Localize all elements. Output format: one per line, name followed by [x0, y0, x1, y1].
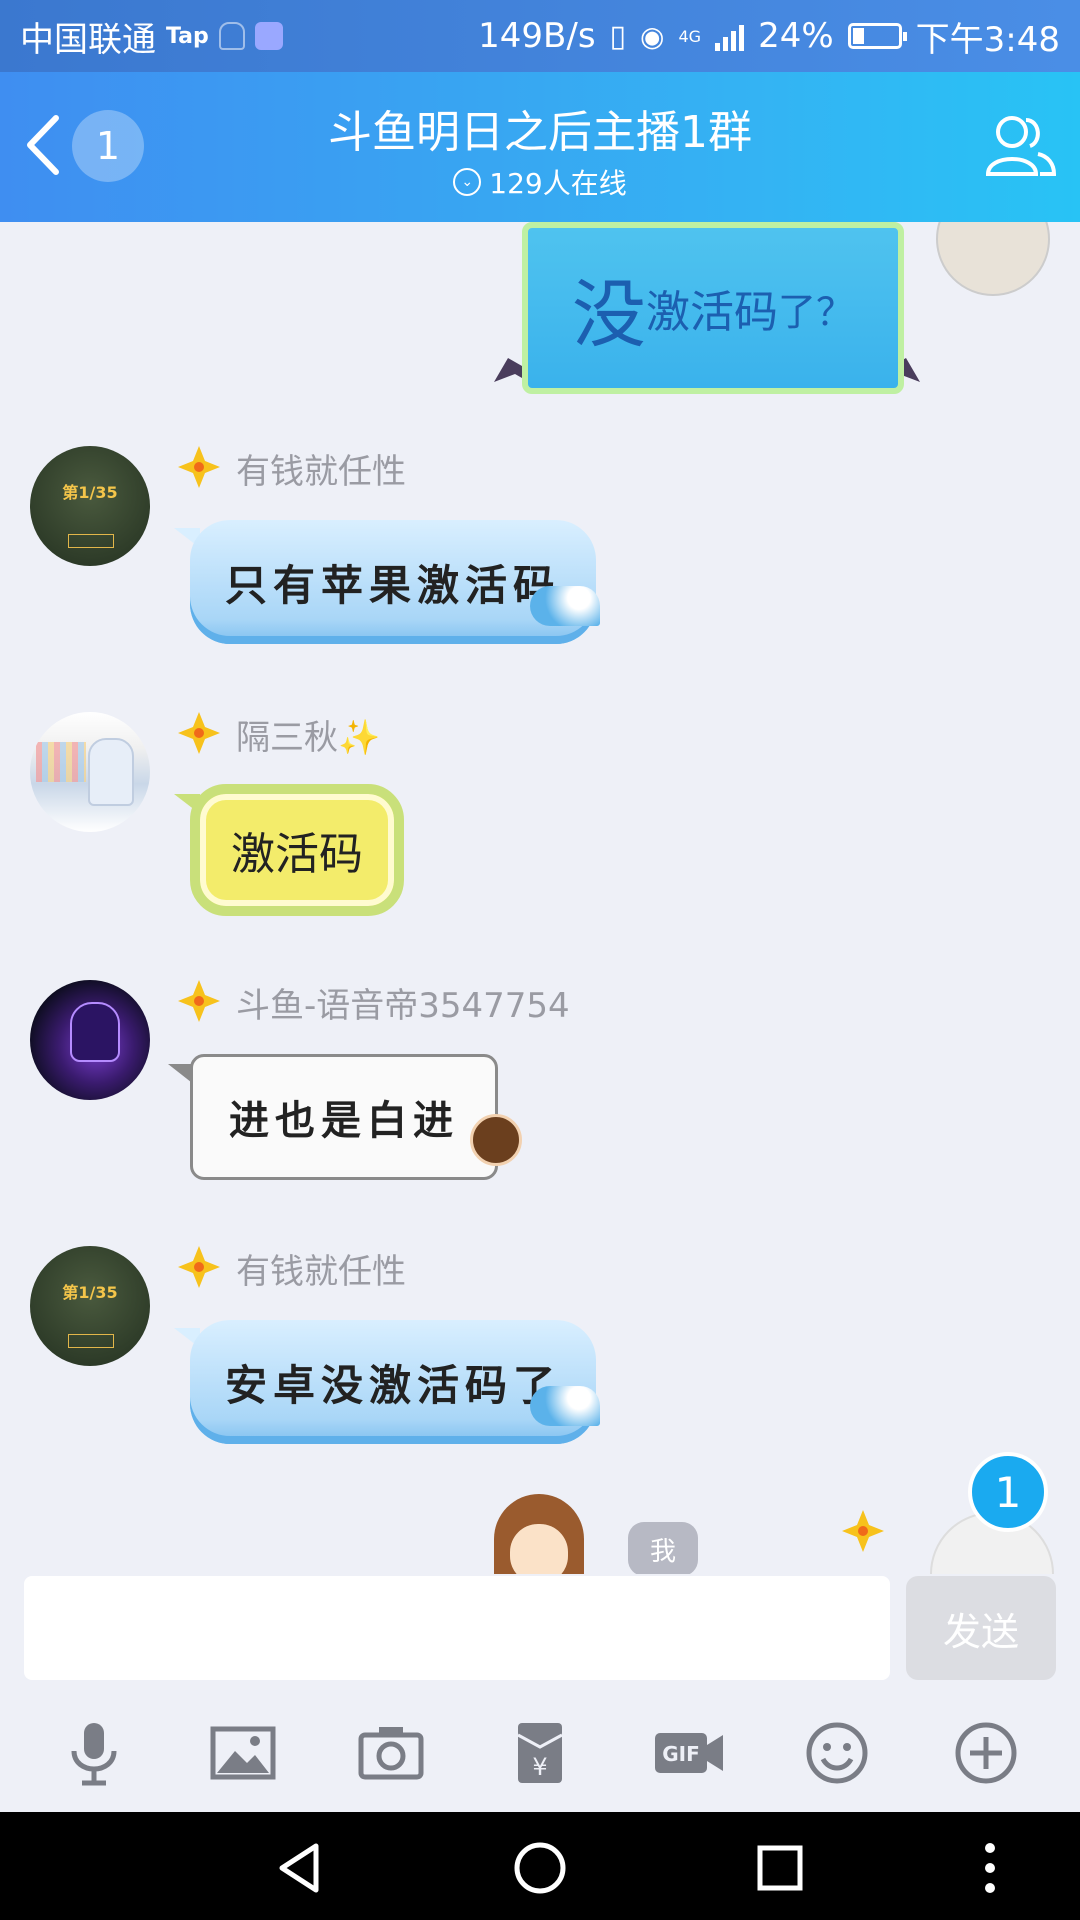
- own-avatar[interactable]: [936, 222, 1050, 296]
- sticker-face-decoration: [470, 1114, 522, 1166]
- nav-recents-icon[interactable]: [750, 1838, 810, 1898]
- online-count[interactable]: ⌄ 129人在线: [0, 162, 1080, 202]
- eye-icon: ◉: [640, 19, 665, 53]
- nav-home-icon[interactable]: [510, 1838, 570, 1898]
- emoji-button[interactable]: [797, 1713, 877, 1793]
- sender-name[interactable]: 有钱就任性: [236, 1244, 406, 1293]
- svg-text:GIF: GIF: [662, 1742, 700, 1766]
- plus-icon: [955, 1722, 1017, 1784]
- image-icon: [210, 1726, 276, 1780]
- avatar[interactable]: 第1/35: [30, 1246, 150, 1366]
- camera-button[interactable]: [351, 1713, 431, 1793]
- camera-icon: [358, 1727, 424, 1780]
- message-bubble[interactable]: 进也是白进: [190, 1054, 498, 1180]
- battery-percent: 24%: [758, 16, 834, 56]
- tap-label: Tap: [166, 23, 209, 49]
- red-packet-icon: ¥: [517, 1723, 563, 1783]
- cartoon-girl-sticker: [494, 1494, 584, 1574]
- gif-icon: GIF: [654, 1733, 723, 1773]
- sender-name[interactable]: 斗鱼-语音帝3547754: [236, 978, 570, 1027]
- emoji-icon: [806, 1722, 868, 1784]
- gif-button[interactable]: GIF: [649, 1713, 729, 1793]
- clock: 下午3:48: [915, 19, 1060, 60]
- avatar[interactable]: 第1/35: [30, 446, 150, 566]
- wave-decoration: [530, 1386, 600, 1426]
- carrier-label: 中国联通: [20, 19, 156, 60]
- own-message-bubble[interactable]: 没 激活码 了？: [522, 222, 904, 394]
- nav-menu-icon[interactable]: [960, 1838, 1020, 1898]
- svg-text:¥: ¥: [532, 1753, 547, 1781]
- chat-header: 1 斗鱼明日之后主播1群 ⌄ 129人在线: [0, 72, 1080, 222]
- new-message-badge[interactable]: 1: [968, 1452, 1048, 1532]
- microphone-button[interactable]: [54, 1713, 134, 1793]
- battery-icon: [847, 23, 907, 49]
- group-title: 斗鱼明日之后主播1群: [328, 107, 752, 158]
- app-notification-icon: [254, 22, 283, 50]
- member-badge-icon: [178, 712, 220, 754]
- own-message-small: 了？: [777, 289, 854, 334]
- member-badge-icon: [178, 446, 220, 488]
- vibrate-icon: ▯: [609, 18, 627, 54]
- avatar[interactable]: [30, 980, 150, 1100]
- group-members-icon[interactable]: [982, 108, 1058, 184]
- member-badge-icon: [178, 1246, 220, 1288]
- image-button[interactable]: [203, 1713, 283, 1793]
- own-message-mid: 激活码: [645, 287, 778, 338]
- me-tag: 我: [628, 1522, 698, 1574]
- system-navigation-bar: [0, 1812, 1080, 1920]
- microphone-icon: [71, 1723, 117, 1786]
- message-bubble[interactable]: 只有苹果激活码: [190, 520, 596, 644]
- wave-decoration: [530, 586, 600, 626]
- net-speed: 149B/s: [478, 16, 596, 56]
- more-button[interactable]: [946, 1713, 1026, 1793]
- member-badge-icon: [842, 1510, 884, 1552]
- sender-name[interactable]: 隔三秋✨: [236, 710, 380, 759]
- nav-back-icon[interactable]: [270, 1838, 330, 1898]
- ghost-icon: [218, 22, 245, 50]
- status-bar: 中国联通 Tap 149B/s ▯ ◉ 4G 24% 下午3:48: [0, 0, 1080, 72]
- message-input[interactable]: [24, 1576, 890, 1680]
- member-badge-icon: [178, 980, 220, 1022]
- composer: 发送: [0, 1574, 1080, 1694]
- message-list[interactable]: 没 激活码 了？ 第1/35 有钱就任性 只有苹果激活码 隔三秋✨ 激活码 斗鱼…: [0, 222, 1080, 1574]
- chevron-down-icon: ⌄: [453, 168, 482, 196]
- red-packet-button[interactable]: ¥: [500, 1713, 580, 1793]
- own-message-big: 没: [571, 271, 646, 358]
- input-toolbar: ¥ GIF: [0, 1694, 1080, 1812]
- message-bubble[interactable]: 激活码: [190, 784, 404, 916]
- message-bubble[interactable]: 安卓没激活码了: [190, 1320, 596, 1444]
- online-count-label: 129人在线: [489, 167, 627, 200]
- sender-name[interactable]: 有钱就任性: [236, 444, 406, 493]
- avatar[interactable]: [30, 712, 150, 832]
- signal-icon: [715, 21, 745, 51]
- network-type: 4G: [678, 26, 702, 46]
- send-button[interactable]: 发送: [906, 1576, 1056, 1680]
